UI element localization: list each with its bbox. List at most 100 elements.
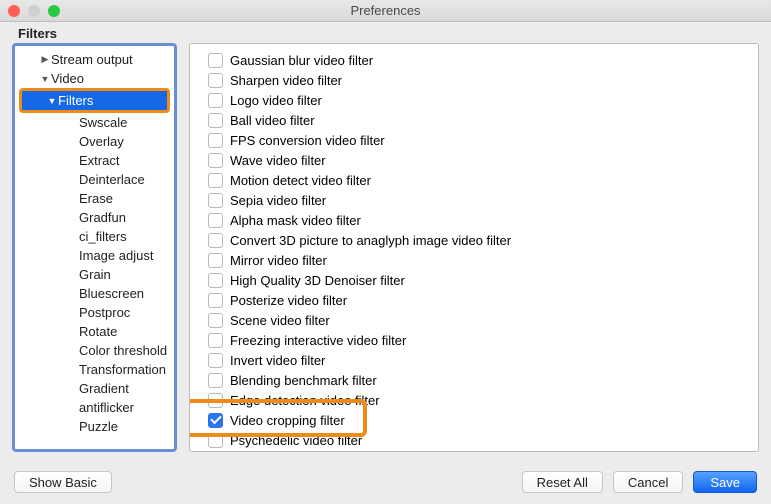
sidebar-item-label: Overlay (79, 134, 124, 149)
sidebar-item-bluescreen[interactable]: Bluescreen (15, 284, 174, 303)
filter-row[interactable]: Posterize video filter (192, 290, 758, 310)
checkbox[interactable] (208, 73, 223, 88)
sidebar-item-label: Gradient (79, 381, 129, 396)
filter-row[interactable]: Sharpen video filter (192, 70, 758, 90)
filter-row[interactable]: Sepia video filter (192, 190, 758, 210)
zoom-icon[interactable] (48, 5, 60, 17)
filter-row[interactable]: Ball video filter (192, 110, 758, 130)
filter-row[interactable]: Psychedelic video filter (192, 430, 758, 450)
sidebar-item-video[interactable]: ▼Video (15, 69, 174, 88)
show-basic-button[interactable]: Show Basic (14, 471, 112, 493)
sidebar-item-filters[interactable]: ▼Filters (22, 91, 167, 110)
sidebar-item-label: Grain (79, 267, 111, 282)
sidebar-item-label: Extract (79, 153, 119, 168)
sidebar-item-antiflicker[interactable]: antiflicker (15, 398, 174, 417)
minimize-icon (28, 5, 40, 17)
checkbox[interactable] (208, 313, 223, 328)
filter-row[interactable]: Invert video filter (192, 350, 758, 370)
filter-row[interactable]: Gaussian blur video filter (192, 50, 758, 70)
sidebar-item-swscale[interactable]: Swscale (15, 113, 174, 132)
filter-label: Posterize video filter (230, 293, 347, 308)
sidebar-item-label: Color threshold (79, 343, 167, 358)
checkbox[interactable] (208, 213, 223, 228)
filter-label: Motion detect video filter (230, 173, 371, 188)
checkbox[interactable] (208, 253, 223, 268)
sidebar-item-label: Gradfun (79, 210, 126, 225)
sidebar-item-postproc[interactable]: Postproc (15, 303, 174, 322)
checkbox[interactable] (208, 93, 223, 108)
filter-label: Convert 3D picture to anaglyph image vid… (230, 233, 511, 248)
filter-row[interactable]: Blending benchmark filter (192, 370, 758, 390)
checkbox[interactable] (208, 153, 223, 168)
filter-row[interactable]: Scene video filter (192, 310, 758, 330)
footer: Show Basic Reset All Cancel Save (0, 460, 771, 504)
checkbox[interactable] (208, 193, 223, 208)
checkbox[interactable] (208, 373, 223, 388)
checkbox[interactable] (208, 413, 223, 428)
sidebar-item-label: Transformation (79, 362, 166, 377)
checkbox[interactable] (208, 113, 223, 128)
filter-label: Logo video filter (230, 93, 322, 108)
sidebar-item-ci-filters[interactable]: ci_filters (15, 227, 174, 246)
filter-row[interactable]: Alpha mask video filter (192, 210, 758, 230)
sidebar-item-image-adjust[interactable]: Image adjust (15, 246, 174, 265)
filter-row[interactable]: Video cropping filter (192, 410, 758, 430)
filter-label: Freezing interactive video filter (230, 333, 406, 348)
sidebar-item-label: Rotate (79, 324, 117, 339)
sidebar-item-label: Deinterlace (79, 172, 145, 187)
save-button[interactable]: Save (693, 471, 757, 493)
sidebar-item-label: antiflicker (79, 400, 134, 415)
filter-row[interactable]: Wave video filter (192, 150, 758, 170)
sidebar-item-rotate[interactable]: Rotate (15, 322, 174, 341)
filter-row[interactable]: Freezing interactive video filter (192, 330, 758, 350)
checkbox[interactable] (208, 173, 223, 188)
sidebar-item-label: Postproc (79, 305, 130, 320)
filter-row[interactable]: Mirror video filter (192, 250, 758, 270)
sidebar-item-color-threshold[interactable]: Color threshold (15, 341, 174, 360)
filter-row[interactable]: Motion detect video filter (192, 170, 758, 190)
sidebar-item-stream-output[interactable]: ▶Stream output (15, 50, 174, 69)
filter-label: Edge detection video filter (230, 393, 380, 408)
filter-label: Blending benchmark filter (230, 373, 377, 388)
filter-row[interactable]: High Quality 3D Denoiser filter (192, 270, 758, 290)
checkbox[interactable] (208, 393, 223, 408)
sidebar-item-puzzle[interactable]: Puzzle (15, 417, 174, 436)
filter-label: Sharpen video filter (230, 73, 342, 88)
filter-label: Alpha mask video filter (230, 213, 361, 228)
filter-label: FPS conversion video filter (230, 133, 385, 148)
reset-all-button[interactable]: Reset All (522, 471, 603, 493)
filter-row[interactable]: Edge detection video filter (192, 390, 758, 410)
checkbox[interactable] (208, 273, 223, 288)
sidebar-item-label: Puzzle (79, 419, 118, 434)
sidebar-item-transformation[interactable]: Transformation (15, 360, 174, 379)
checkbox[interactable] (208, 133, 223, 148)
sidebar-item-erase[interactable]: Erase (15, 189, 174, 208)
filter-label: Ball video filter (230, 113, 315, 128)
sidebar-item-gradfun[interactable]: Gradfun (15, 208, 174, 227)
checkbox[interactable] (208, 53, 223, 68)
sidebar-item-label: Swscale (79, 115, 127, 130)
sidebar-tree[interactable]: ▶Stream output▼Video ▼Filters Swscale Overl… (12, 43, 177, 452)
checkbox[interactable] (208, 293, 223, 308)
sidebar-item-grain[interactable]: Grain (15, 265, 174, 284)
close-icon[interactable] (8, 5, 20, 17)
cancel-button[interactable]: Cancel (613, 471, 683, 493)
checkbox[interactable] (208, 433, 223, 448)
filter-label: Scene video filter (230, 313, 330, 328)
filter-label: High Quality 3D Denoiser filter (230, 273, 405, 288)
sidebar-item-label: Image adjust (79, 248, 153, 263)
sidebar-item-label: Bluescreen (79, 286, 144, 301)
checkbox[interactable] (208, 333, 223, 348)
filter-label: Video cropping filter (230, 413, 345, 428)
filter-row[interactable]: Convert 3D picture to anaglyph image vid… (192, 230, 758, 250)
sidebar-item-overlay[interactable]: Overlay (15, 132, 174, 151)
filter-row[interactable]: FPS conversion video filter (192, 130, 758, 150)
window-title: Preferences (0, 3, 771, 18)
checkbox[interactable] (208, 233, 223, 248)
sidebar-item-deinterlace[interactable]: Deinterlace (15, 170, 174, 189)
filter-row[interactable]: Logo video filter (192, 90, 758, 110)
sidebar-item-gradient[interactable]: Gradient (15, 379, 174, 398)
sidebar-item-extract[interactable]: Extract (15, 151, 174, 170)
checkbox[interactable] (208, 353, 223, 368)
filter-list[interactable]: Gaussian blur video filter Sharpen video … (189, 43, 759, 452)
